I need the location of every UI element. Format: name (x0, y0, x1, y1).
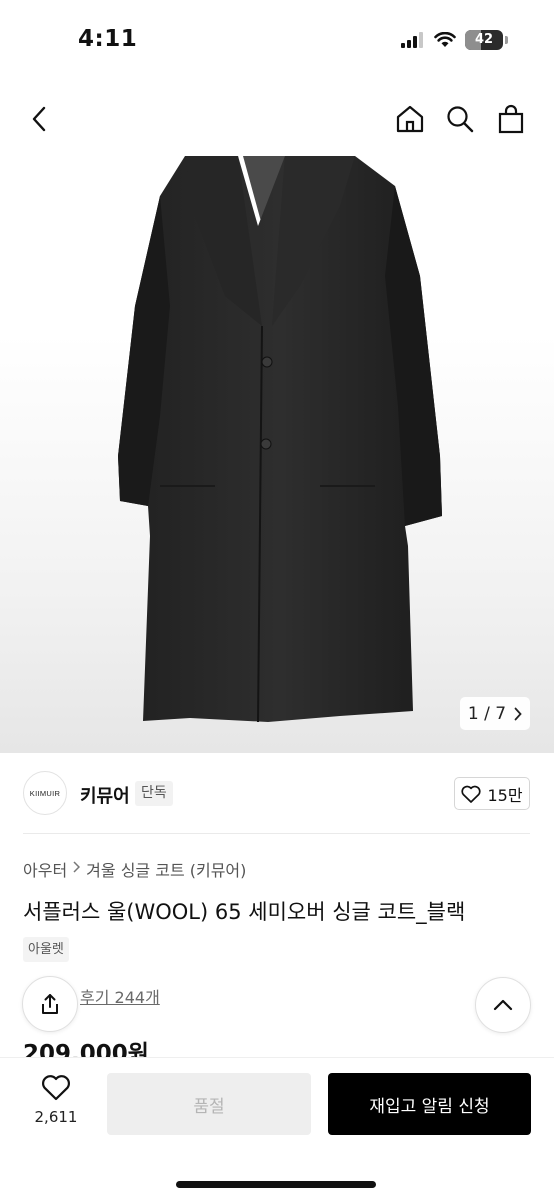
wishlist-button[interactable]: 2,611 (24, 1074, 88, 1144)
cart-button[interactable] (492, 100, 530, 138)
chevron-up-icon (493, 999, 513, 1011)
back-arrow-icon (32, 106, 46, 132)
battery-level: 42 (474, 32, 494, 47)
brand-like-count: 15만 (487, 785, 523, 805)
home-indicator (176, 1181, 376, 1188)
divider (23, 833, 530, 834)
status-bar: 4:11 42 (0, 0, 554, 84)
image-counter[interactable]: 1 / 7 (460, 697, 530, 730)
brand-name[interactable]: 키뮤어 (80, 782, 130, 808)
brand-logo[interactable]: KIIMUIR (23, 771, 67, 815)
brand-like-button[interactable]: 15만 (454, 777, 530, 810)
breadcrumb-item[interactable]: 아우터 (23, 857, 67, 881)
search-icon (447, 106, 474, 133)
cellular-signal-icon (401, 32, 423, 48)
scroll-top-button[interactable] (475, 977, 531, 1033)
review-link[interactable]: 후기 244개 (80, 984, 160, 1008)
image-counter-text: 1 / 7 (468, 704, 506, 724)
heart-outline-icon (461, 785, 482, 803)
wishlist-count: 2,611 (34, 1108, 78, 1126)
image-counter-separator: / (484, 703, 490, 724)
restock-alert-button[interactable]: 재입고 알림 신청 (328, 1073, 531, 1135)
battery-icon: 42 (465, 30, 503, 50)
chevron-right-icon (514, 707, 522, 720)
status-time: 4:11 (78, 26, 138, 52)
home-button[interactable] (391, 100, 429, 138)
search-button[interactable] (441, 100, 479, 138)
wifi-icon (434, 32, 456, 47)
nav-bar (0, 84, 554, 156)
battery-cap (505, 36, 508, 44)
share-icon (42, 994, 58, 1014)
outlet-tag: 아울렛 (23, 937, 69, 962)
soldout-button: 품절 (107, 1073, 311, 1135)
brand-row: KIIMUIR 키뮤어 단독 15만 (0, 753, 554, 833)
soldout-label: 품절 (193, 1096, 225, 1117)
home-icon (396, 105, 424, 133)
image-counter-total: 7 (495, 703, 507, 724)
back-button[interactable] (20, 100, 58, 138)
product-image[interactable] (0, 156, 554, 753)
coat-illustration (118, 156, 442, 723)
status-icons: 42 (401, 30, 508, 50)
chevron-right-icon (73, 861, 81, 877)
purchase-bar: 2,611 품절 재입고 알림 신청 (0, 1058, 554, 1200)
brand-exclusive-badge: 단독 (135, 781, 173, 806)
product-detail-page: 4:11 42 1 / 7 KIIMUIR 키뮤어 단독 15만 아우터 겨울 … (0, 0, 554, 1200)
breadcrumb: 아우터 겨울 싱글 코트 (키뮤어) (23, 857, 246, 881)
share-button[interactable] (22, 976, 78, 1032)
restock-alert-label: 재입고 알림 신청 (369, 1096, 490, 1117)
heart-outline-icon (42, 1075, 70, 1101)
shopping-bag-icon (498, 104, 524, 134)
breadcrumb-item[interactable]: 겨울 싱글 코트 (키뮤어) (86, 857, 246, 881)
product-title: 서플러스 울(WOOL) 65 세미오버 싱글 코트_블랙 (23, 900, 466, 924)
brand-logo-text: KIIMUIR (29, 788, 61, 798)
image-counter-current: 1 (467, 703, 479, 724)
